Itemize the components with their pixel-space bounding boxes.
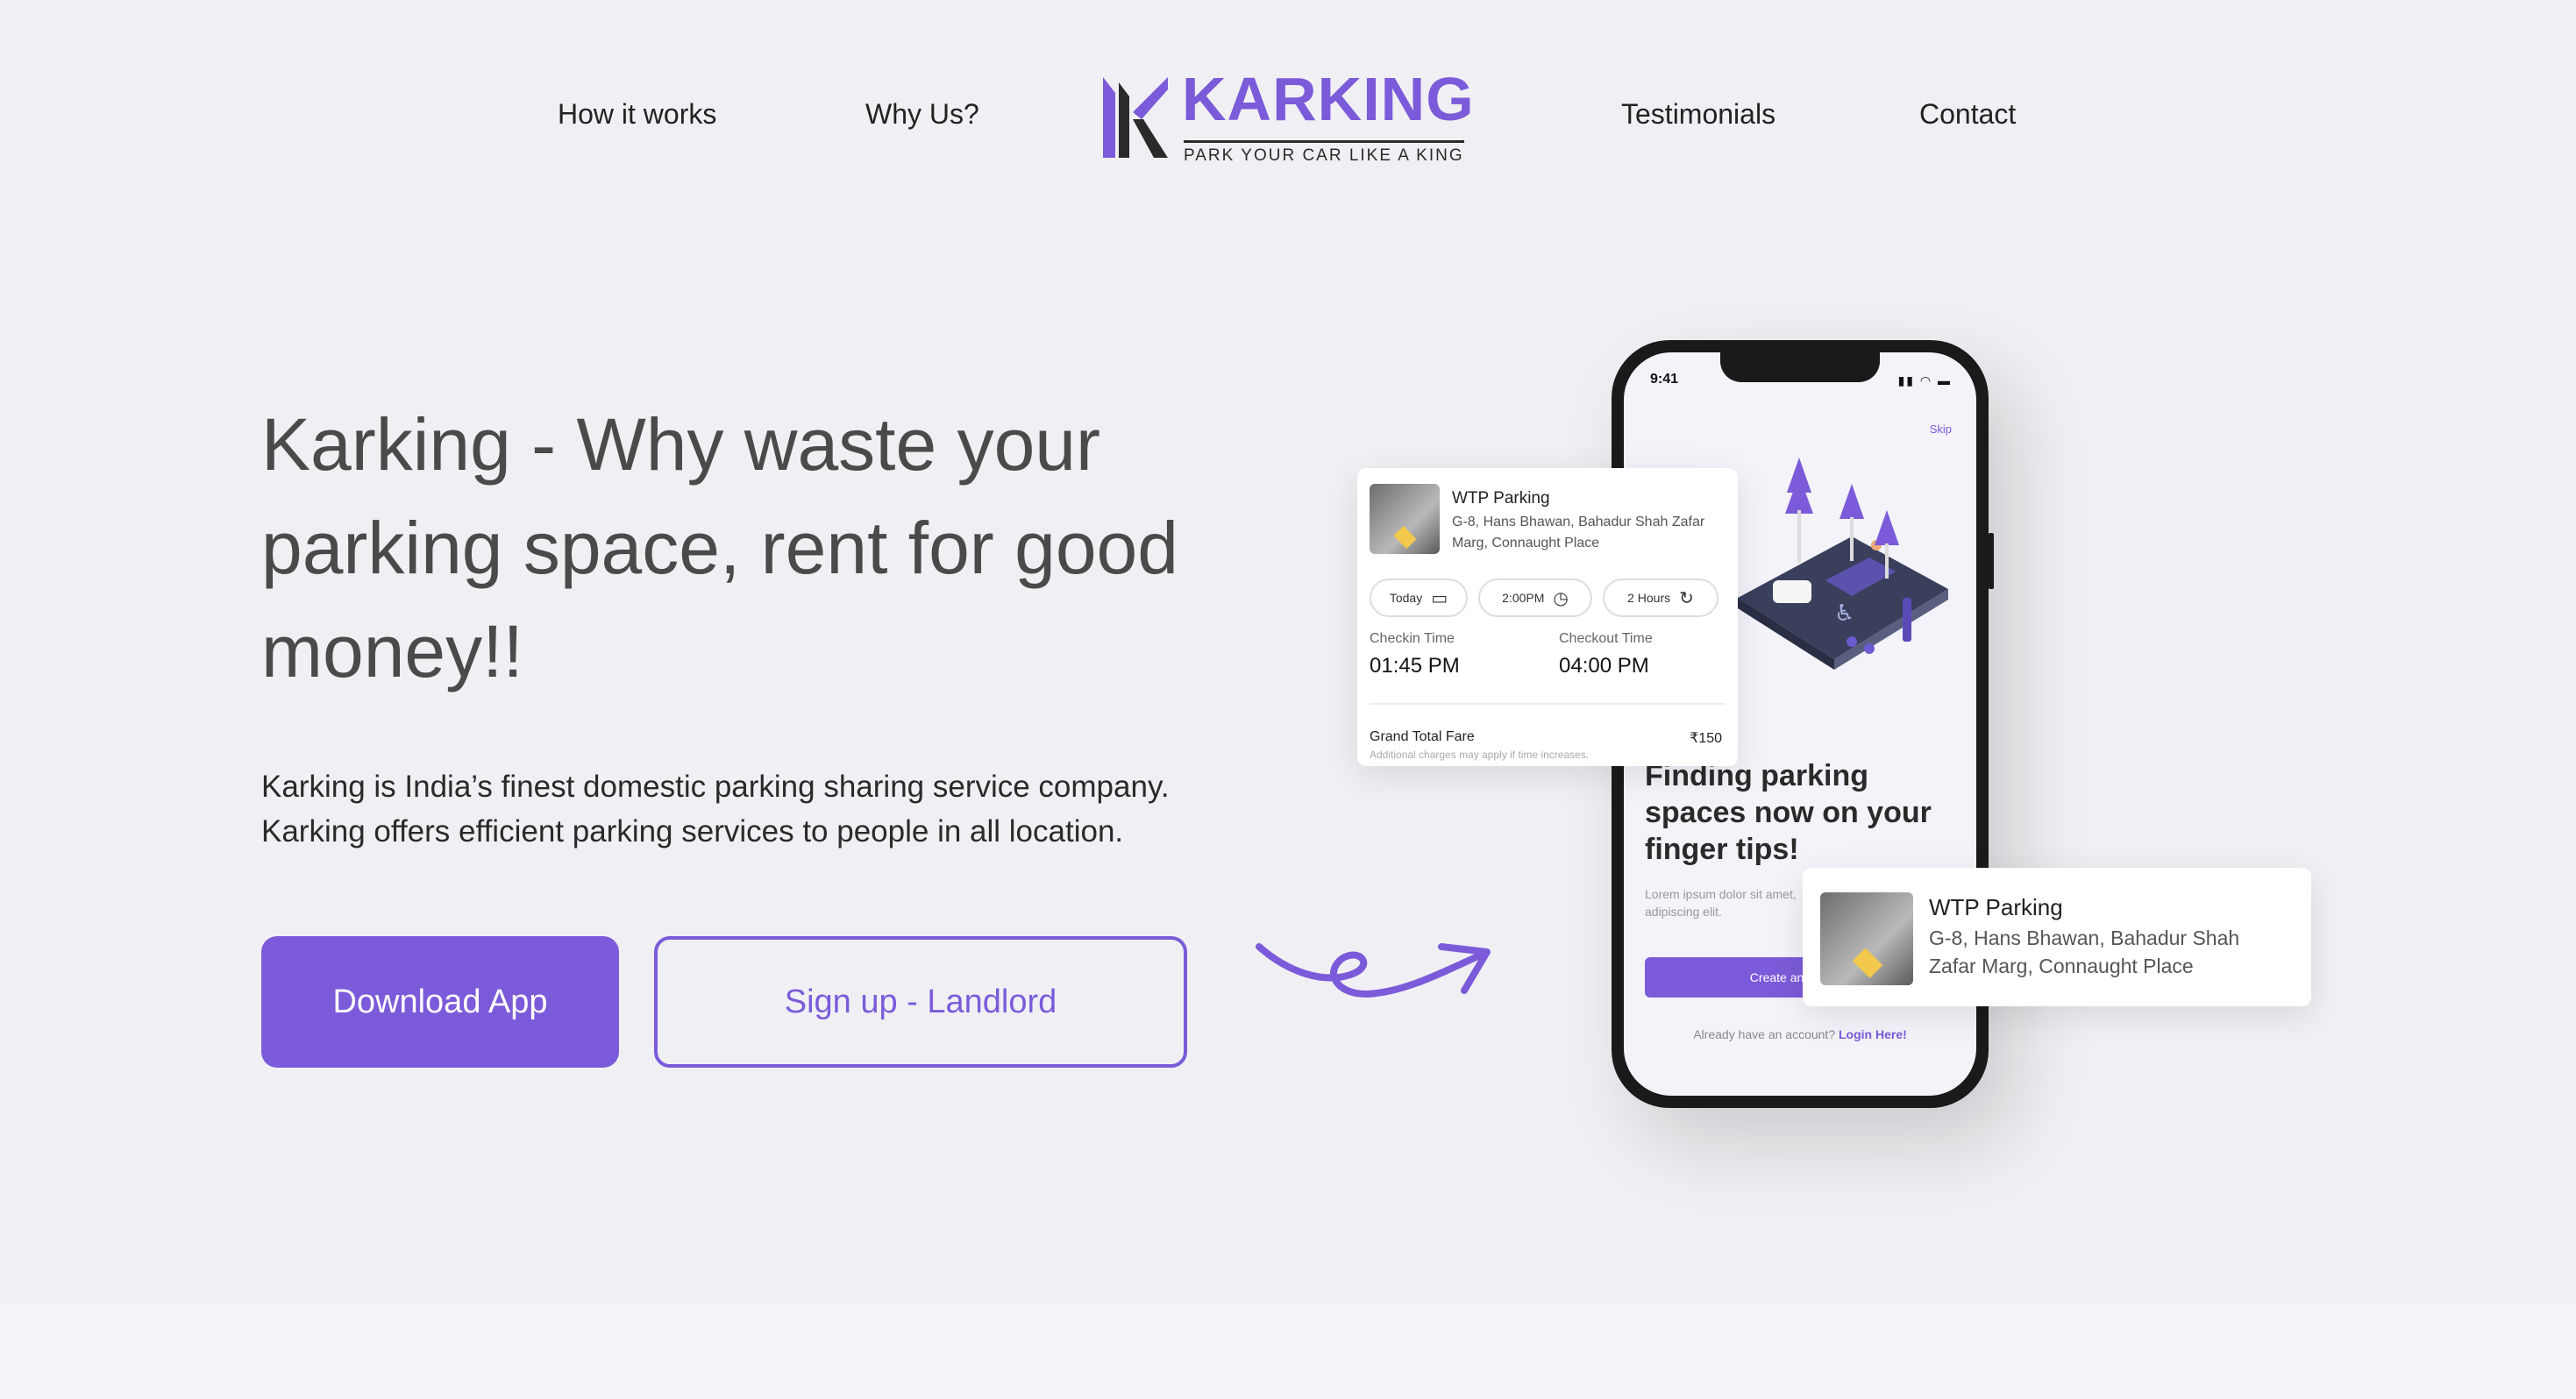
- booking-card-title: WTP Parking: [1452, 489, 1550, 508]
- location-card-title: WTP Parking: [1929, 894, 2063, 920]
- phone-skip-link: Skip: [1929, 423, 1952, 436]
- location-address-line-2: Zafar Marg, Connaught Place: [1929, 955, 2194, 977]
- date-chip-label: Today: [1389, 591, 1423, 605]
- time-chip: 2:00PM ◷: [1478, 579, 1592, 617]
- checkout-value: 04:00 PM: [1559, 654, 1649, 678]
- next-section-band: [0, 1304, 2576, 1399]
- location-address-line-1: G-8, Hans Bhawan, Bahadur Shah: [1929, 927, 2240, 949]
- location-card: WTP Parking G-8, Hans Bhawan, Bahadur Sh…: [1803, 868, 2311, 1006]
- karking-logo[interactable]: KARKING PARK YOUR CAR LIKE A KING: [1103, 68, 1474, 165]
- duration-chip-label: 2 Hours: [1627, 591, 1671, 605]
- signal-battery-icon: ▮▮ ◠ ▬: [1897, 373, 1952, 387]
- phone-side-button: [1989, 533, 1994, 589]
- checkin-label: Checkin Time: [1370, 631, 1455, 646]
- curved-arrow-icon: [1256, 943, 1491, 998]
- hero-description-line-2: Karking offers efficient parking service…: [261, 814, 1124, 849]
- phone-login-prompt: Already have an account? Login Here!: [1624, 1027, 1976, 1041]
- svg-text:♿: ♿: [1834, 600, 1854, 627]
- nav-why-us[interactable]: Why Us?: [865, 98, 979, 131]
- phone-login-text: Already have an account?: [1693, 1027, 1836, 1041]
- timer-icon: ↻: [1679, 588, 1694, 608]
- nav-testimonials[interactable]: Testimonials: [1621, 98, 1775, 131]
- signup-landlord-button[interactable]: Sign up - Landlord: [654, 936, 1187, 1068]
- phone-notch: [1720, 352, 1880, 382]
- crown-k-icon: [1103, 77, 1168, 158]
- date-chip: Today ▭: [1370, 579, 1468, 617]
- nav-how-it-works[interactable]: How it works: [558, 98, 716, 131]
- card-divider: [1370, 703, 1726, 705]
- download-app-button[interactable]: Download App: [261, 936, 619, 1068]
- grand-total-value: ₹150: [1690, 731, 1722, 746]
- time-chip-label: 2:00PM: [1502, 591, 1545, 605]
- phone-login-link: Login Here!: [1839, 1027, 1907, 1041]
- duration-chip: 2 Hours ↻: [1603, 579, 1719, 617]
- parking-thumbnail: [1370, 484, 1440, 554]
- logo-wordmark: KARKING: [1182, 65, 1475, 133]
- parking-lot-illustration: ♿: [1738, 458, 1948, 670]
- parking-thumbnail: [1820, 892, 1913, 985]
- nav-contact[interactable]: Contact: [1919, 98, 2016, 131]
- location-card-address: G-8, Hans Bhawan, Bahadur Shah Zafar Mar…: [1929, 924, 2297, 980]
- additional-charges-note: Additional charges may apply if time inc…: [1370, 749, 1590, 761]
- checkin-value: 01:45 PM: [1370, 654, 1460, 678]
- hero-title: Karking - Why waste your parking space, …: [261, 403, 1178, 692]
- grand-total-label: Grand Total Fare: [1370, 729, 1475, 744]
- booking-card: WTP Parking G-8, Hans Bhawan, Bahadur Sh…: [1357, 468, 1738, 766]
- hero-description-line-1: Karking is India’s finest domestic parki…: [261, 770, 1170, 804]
- booking-card-address: G-8, Hans Bhawan, Bahadur Shah Zafar Mar…: [1452, 515, 1705, 550]
- phone-clock: 9:41: [1650, 372, 1679, 387]
- checkout-label: Checkout Time: [1559, 631, 1653, 646]
- phone-lorem-text: Lorem ipsum dolor sit amet, adipiscing e…: [1645, 887, 1797, 919]
- phone-headline: Finding parking spaces now on your finge…: [1645, 759, 1932, 866]
- hero-description: Karking is India’s finest domestic parki…: [261, 764, 1313, 854]
- clock-icon: ◷: [1553, 588, 1569, 608]
- calendar-icon: ▭: [1431, 588, 1448, 608]
- logo-tagline: PARK YOUR CAR LIKE A KING: [1184, 140, 1464, 166]
